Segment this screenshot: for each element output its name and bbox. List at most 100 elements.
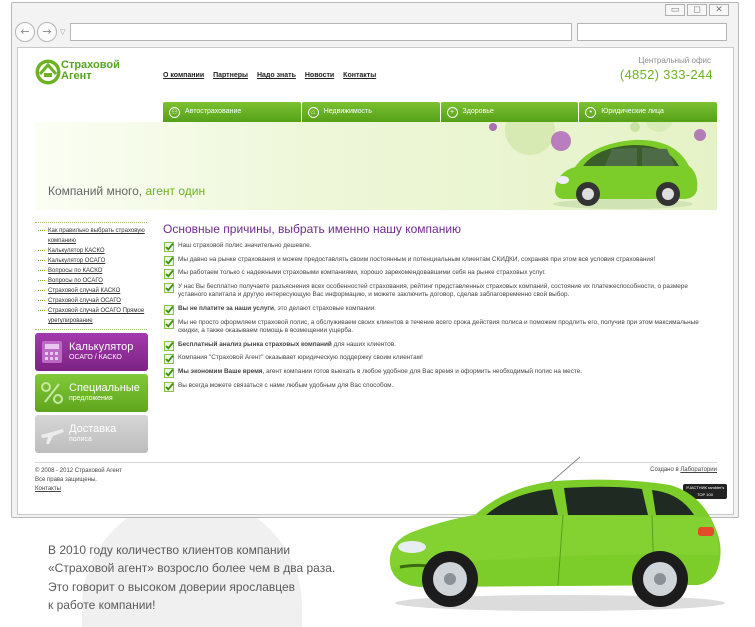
list-item: Вы всегда можете связаться с нами любым … bbox=[164, 381, 714, 392]
stage: ▭ ◻ ✕ ← → ▽ Страховой Агент О компании П… bbox=[0, 0, 755, 627]
address-bar[interactable] bbox=[70, 23, 572, 41]
list-item: Мы работаем только с надежными страховым… bbox=[164, 269, 714, 280]
tab-auto-insurance[interactable]: ⚇ Автострахование bbox=[163, 102, 301, 122]
browser-toolbar: ← → ▽ bbox=[12, 19, 738, 47]
sidebar-link-osago-questions[interactable]: Вопросы по ОСАГО bbox=[35, 276, 147, 286]
hero-car-illustration bbox=[389, 456, 725, 611]
close-button[interactable]: ✕ bbox=[709, 4, 729, 16]
sidebar-link-osago-direct[interactable]: Страховой случай ОСАГО Прямое урегулиров… bbox=[35, 306, 147, 326]
reason-text: , агент компании готов выехать в любое у… bbox=[262, 367, 583, 375]
caption-line-2: «Страховой агент» возросло более чем в д… bbox=[48, 561, 336, 576]
tab-legal-entities[interactable]: • Юридические лица bbox=[579, 102, 717, 122]
nav-news[interactable]: Новости bbox=[305, 72, 334, 79]
banner-slogan-part-2: агент один bbox=[142, 184, 206, 198]
list-item: Мы давно на рынке страхования и можем пр… bbox=[164, 255, 714, 266]
check-icon bbox=[164, 269, 174, 280]
page-title: Основные причины, выбрать именно нашу ко… bbox=[163, 222, 462, 236]
sidebar-link-osago-case[interactable]: Страховой случай ОСАГО bbox=[35, 296, 147, 306]
tab-real-estate[interactable]: ⌂ Недвижимость bbox=[301, 102, 440, 122]
check-icon bbox=[164, 318, 174, 329]
promo-title: Калькулятор bbox=[69, 341, 134, 353]
tab-health[interactable]: + Здоровье bbox=[440, 102, 579, 122]
reason-bold: Вы не платите за наши услуги bbox=[178, 304, 274, 312]
footer-left: © 2008 - 2012 Страховой Агент Все права … bbox=[35, 467, 122, 494]
house-icon: ⌂ bbox=[307, 106, 319, 118]
history-dropdown-icon[interactable]: ▽ bbox=[60, 28, 65, 36]
page-viewport: Страховой Агент О компании Партнеры Надо… bbox=[17, 47, 734, 515]
site-logo[interactable]: Страховой Агент bbox=[34, 58, 124, 88]
sidebar-links: Как правильно выбрать страховую компанию… bbox=[35, 222, 147, 330]
caption-line-4: к работе компании! bbox=[48, 598, 156, 613]
footer-copyright: © 2008 - 2012 Страховой Агент bbox=[35, 468, 122, 474]
check-icon bbox=[164, 354, 174, 365]
reason-text: , это делают страховые компании. bbox=[273, 304, 377, 312]
title-bar: ▭ ◻ ✕ bbox=[12, 3, 738, 19]
sidebar-link-osago-calculator[interactable]: Калькулятор ОСАГО bbox=[35, 256, 147, 266]
plus-icon: + bbox=[446, 106, 458, 118]
check-icon bbox=[164, 340, 174, 351]
promo-calculator[interactable]: Калькулятор ОСАГО / КАСКО bbox=[35, 333, 148, 371]
nav-about[interactable]: О компании bbox=[163, 72, 204, 79]
search-input[interactable] bbox=[577, 23, 727, 41]
footer-contacts-link[interactable]: Контакты bbox=[35, 485, 122, 494]
sidebar-link-kasko-case[interactable]: Страховой случай КАСКО bbox=[35, 286, 147, 296]
list-item: У нас Вы бесплатно получаете разъяснения… bbox=[164, 283, 714, 300]
reason-text: Вы всегда можете связаться с нами любым … bbox=[178, 381, 394, 389]
tab-label: Юридические лица bbox=[601, 108, 664, 115]
promo-subtitle: предложения bbox=[69, 395, 113, 402]
caption-text: В 2010 году количество клиентов компании… bbox=[48, 541, 335, 615]
promo-title: Специальные bbox=[69, 382, 140, 394]
list-item: Наш страховой полис значительно дешевле. bbox=[164, 242, 714, 252]
list-item: Бесплатный анализ рынка страховых компан… bbox=[164, 340, 714, 351]
banner-slogan-part-1: Компаний много, bbox=[48, 184, 143, 198]
list-item: Вы не платите за наши услуги, это делают… bbox=[164, 304, 714, 315]
promo-subtitle: полиса bbox=[69, 436, 92, 443]
office-phone[interactable]: (4852) 333-244 bbox=[620, 67, 713, 82]
reason-text: Наш страховой полис значительно дешевле. bbox=[178, 242, 312, 249]
maximize-button[interactable]: ◻ bbox=[687, 4, 707, 16]
banner-car-illustration bbox=[553, 139, 698, 209]
category-tabs: ⚇ Автострахование ⌂ Недвижимость + Здоро… bbox=[163, 102, 717, 122]
caption-line-3: Это говорит о высоком доверии ярославцев bbox=[48, 579, 296, 594]
car-icon: ⚇ bbox=[169, 106, 180, 118]
sidebar-divider bbox=[35, 328, 147, 330]
percent-icon bbox=[41, 382, 63, 404]
promo-subtitle: ОСАГО / КАСКО bbox=[69, 354, 122, 361]
list-item: Мы экономим Ваше время, агент компании г… bbox=[164, 367, 714, 378]
reason-text: для наших клиентов. bbox=[331, 340, 396, 348]
promo-delivery[interactable]: Доставка полиса bbox=[35, 415, 148, 453]
promo-special-offers[interactable]: Специальные предложения bbox=[35, 374, 148, 412]
sidebar-link-kasko-calculator[interactable]: Калькулятор КАСКО bbox=[35, 246, 147, 256]
tab-label: Недвижимость bbox=[323, 108, 372, 115]
check-icon bbox=[164, 255, 174, 266]
list-item: Компания "Страховой Агент" оказывает юри… bbox=[164, 354, 714, 365]
banner-slogan: Компаний много, агент один bbox=[48, 184, 205, 198]
minimize-button[interactable]: ▭ bbox=[665, 4, 685, 16]
nav-partners[interactable]: Партнеры bbox=[213, 72, 248, 79]
office-label: Центральный офис bbox=[638, 56, 711, 65]
sidebar-link-choose-company[interactable]: Как правильно выбрать страховую компанию bbox=[35, 226, 147, 246]
nav-contacts[interactable]: Контакты bbox=[343, 72, 376, 79]
logo-mark-icon bbox=[35, 59, 61, 85]
reason-text: Мы давно на рынке страхования и можем пр… bbox=[178, 255, 656, 263]
browser-window: ▭ ◻ ✕ ← → ▽ Страховой Агент О компании П… bbox=[11, 2, 739, 518]
promo-title: Доставка bbox=[69, 423, 117, 435]
tab-label: Здоровье bbox=[462, 108, 494, 115]
hero-banner: Компаний много, агент один bbox=[35, 122, 717, 210]
reason-bold: Мы экономим Ваше время bbox=[178, 367, 263, 375]
check-icon bbox=[164, 242, 174, 252]
logo-text-line-2: Агент bbox=[61, 70, 92, 82]
reason-text: Мы не просто оформляем страховой полис, … bbox=[178, 318, 699, 335]
reason-text: У нас Вы бесплатно получаете разъяснения… bbox=[178, 282, 688, 299]
logo-text: Страховой Агент bbox=[61, 60, 120, 82]
sidebar-link-kasko-questions[interactable]: Вопросы по КАСКО bbox=[35, 266, 147, 276]
reason-text: Компания "Страховой Агент" оказывает юри… bbox=[178, 354, 423, 362]
tab-label: Автострахование bbox=[185, 108, 242, 115]
airplane-icon bbox=[41, 429, 64, 444]
nav-need-to-know[interactable]: Надо знать bbox=[257, 72, 296, 79]
check-icon bbox=[164, 305, 174, 315]
check-icon bbox=[164, 368, 174, 378]
forward-button[interactable]: → bbox=[37, 22, 57, 42]
person-icon: • bbox=[585, 106, 597, 118]
back-button[interactable]: ← bbox=[15, 22, 35, 42]
